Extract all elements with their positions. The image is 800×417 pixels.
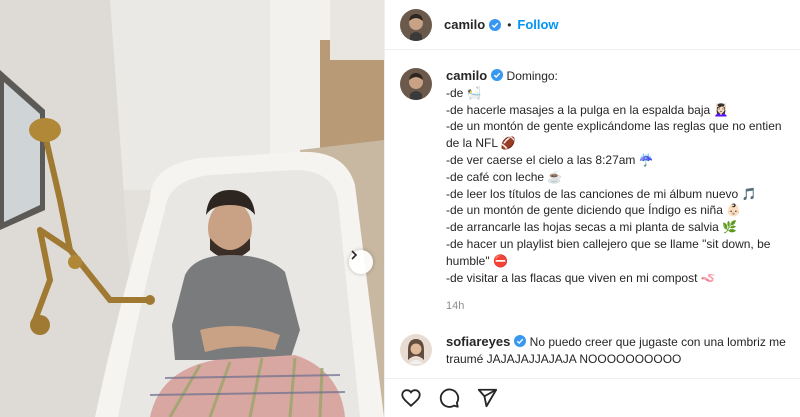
comment: sofiareyes No puedo creer que jugaste co… — [400, 334, 800, 368]
caption-line: -de hacer un playlist bien callejero que… — [446, 236, 771, 251]
caption-line: -de 🛀 — [446, 85, 482, 100]
caption-line: -de un montón de gente diciendo que Índi… — [446, 203, 742, 218]
comment-button[interactable] — [437, 386, 461, 410]
comment-line: No puedo creer que jugaste con una lombr… — [529, 335, 786, 349]
caption-line: -de leer los títulos de las canciones de… — [446, 186, 757, 201]
caption-line: de la NFL 🏈 — [446, 136, 516, 151]
caption-author-username[interactable]: camilo — [446, 68, 487, 83]
commenter-avatar[interactable] — [400, 334, 432, 366]
heart-icon — [401, 389, 421, 408]
post-header: camilo • Follow — [385, 0, 800, 50]
share-icon — [477, 388, 498, 408]
post-caption: camilo Domingo: -de 🛀 -de hacerle masaje… — [400, 68, 800, 315]
separator-dot: • — [507, 17, 512, 32]
caption-title: Domingo: — [506, 69, 558, 83]
comment-text: sofiareyes No puedo creer que jugaste co… — [446, 334, 786, 368]
share-button[interactable] — [475, 386, 499, 410]
caption-line: -de arrancarle las hojas secas a mi plan… — [446, 220, 738, 235]
post-timestamp[interactable]: 14h — [446, 298, 800, 315]
comment-author-username[interactable]: sofiareyes — [446, 334, 510, 349]
caption-text: camilo Domingo: -de 🛀 -de hacerle masaje… — [446, 68, 800, 315]
carousel-next-button[interactable] — [349, 250, 373, 274]
comment-icon — [439, 388, 460, 408]
post-author-username[interactable]: camilo — [444, 17, 485, 32]
caption-line: -de café con leche ☕ — [446, 169, 563, 184]
post-panel: camilo • Follow camilo Domingo: -de 🛀 -d… — [384, 0, 800, 417]
follow-button[interactable]: Follow — [517, 17, 558, 32]
caption-line: -de un montón de gente explicándome las … — [446, 119, 782, 134]
caption-head: camilo Domingo: — [446, 68, 800, 85]
post-actions — [385, 378, 800, 417]
verified-badge-icon — [514, 335, 527, 347]
verified-badge-icon — [491, 69, 504, 81]
avatar-image — [400, 334, 432, 366]
verified-badge-icon — [489, 18, 502, 31]
post-photo — [0, 0, 384, 417]
like-button[interactable] — [399, 386, 423, 410]
caption-line: humble" ⛔ — [446, 253, 508, 268]
caption-line: -de ver caerse el cielo a las 8:27am ☔ — [446, 152, 654, 167]
caption-line: -de visitar a las flacas que viven en mi… — [446, 270, 716, 285]
avatar[interactable] — [400, 68, 432, 100]
chevron-right-icon — [351, 250, 358, 260]
photo-illustration — [0, 0, 384, 417]
avatar-image — [400, 68, 432, 100]
avatar[interactable] — [400, 8, 432, 41]
avatar-image — [400, 8, 432, 41]
caption-line: -de hacerle masajes a la pulga en la esp… — [446, 102, 729, 117]
comment-line: traumé JAJAJAJJAJAJA NOOOOOOOOOO — [446, 351, 682, 366]
